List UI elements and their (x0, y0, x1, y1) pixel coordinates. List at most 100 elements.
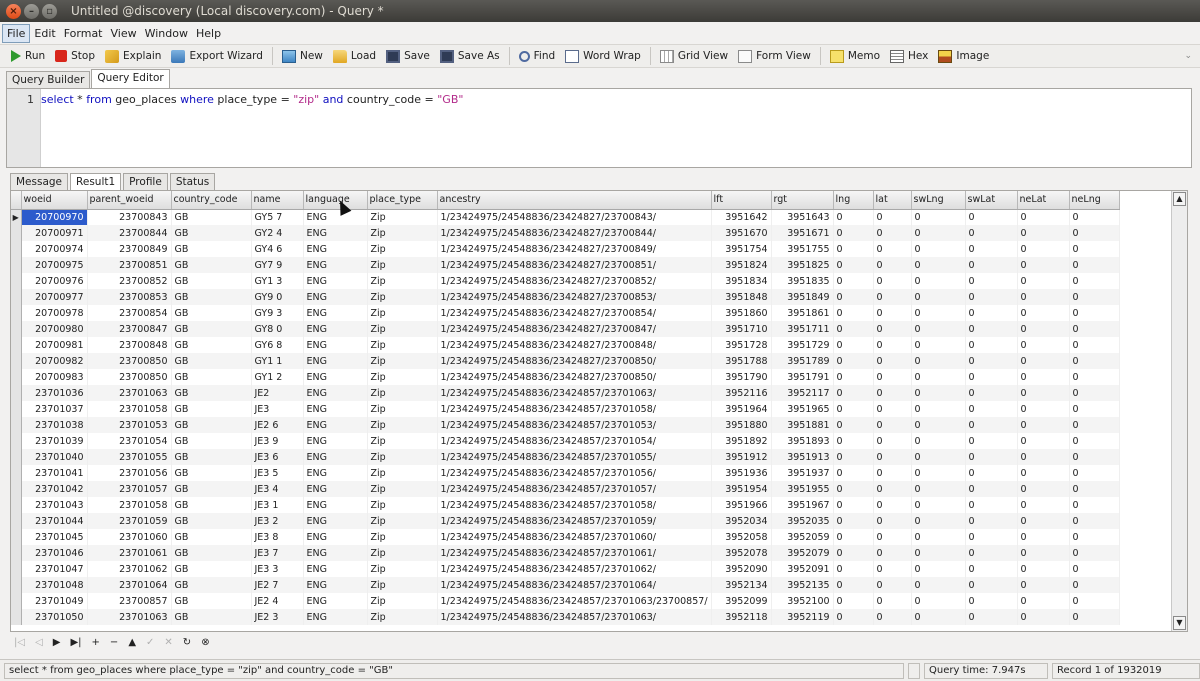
cell-lng[interactable]: 0 (833, 417, 874, 433)
table-row[interactable]: 23701047 23701062 GB JE3 3 ENG Zip 1/23424975/… (11, 561, 1120, 577)
memo-button[interactable]: Memo (825, 48, 885, 65)
cell-lat[interactable]: 0 (873, 305, 912, 321)
cell-parent-woeid[interactable]: 23701061 (87, 545, 172, 561)
cell-swlng[interactable]: 0 (911, 305, 966, 321)
cell-language[interactable]: ENG (303, 321, 368, 337)
cell-ancestry[interactable]: 1/23424975/24548836/23424857/23701054/ (437, 433, 712, 449)
cell-parent-woeid[interactable]: 23700851 (87, 257, 172, 273)
cell-swlng[interactable]: 0 (911, 225, 966, 241)
cell-name[interactable]: JE3 9 (251, 433, 304, 449)
table-row[interactable]: 20700980 23700847 GB GY8 0 ENG Zip 1/23424975/… (11, 321, 1120, 337)
cell-language[interactable]: ENG (303, 257, 368, 273)
cell-woeid[interactable]: 23701040 (21, 449, 88, 465)
cell-lat[interactable]: 0 (873, 609, 912, 625)
cell-nelng[interactable]: 0 (1069, 577, 1120, 593)
export-wizard-button[interactable]: Export Wizard (166, 48, 268, 65)
cell-lng[interactable]: 0 (833, 257, 874, 273)
cell-name[interactable]: JE2 7 (251, 577, 304, 593)
cell-place-type[interactable]: Zip (367, 577, 438, 593)
cell-country-code[interactable]: GB (171, 241, 252, 257)
cell-country-code[interactable]: GB (171, 577, 252, 593)
tab-result1[interactable]: Result1 (70, 173, 122, 190)
cell-nelat[interactable]: 0 (1017, 417, 1070, 433)
cell-lat[interactable]: 0 (873, 545, 912, 561)
row-indicator[interactable] (11, 273, 22, 289)
cell-parent-woeid[interactable]: 23700854 (87, 305, 172, 321)
cell-swlng[interactable]: 0 (911, 545, 966, 561)
cell-lft[interactable]: 3951892 (711, 433, 772, 449)
cell-name[interactable]: GY1 3 (251, 273, 304, 289)
cell-lng[interactable]: 0 (833, 433, 874, 449)
cell-name[interactable]: GY9 0 (251, 289, 304, 305)
table-row[interactable]: 23701036 23701063 GB JE2 ENG Zip 1/23424975/24… (11, 385, 1120, 401)
cell-swlng[interactable]: 0 (911, 513, 966, 529)
cell-language[interactable]: ENG (303, 529, 368, 545)
cell-nelat[interactable]: 0 (1017, 209, 1070, 225)
sql-code[interactable]: select * from geo_places where place_typ… (41, 93, 463, 106)
menu-file[interactable]: File (2, 23, 31, 43)
cell-swlat[interactable]: 0 (965, 385, 1018, 401)
cell-lng[interactable]: 0 (833, 353, 874, 369)
cell-swlng[interactable]: 0 (911, 337, 966, 353)
edit-record-icon[interactable]: ▲ (128, 637, 136, 648)
cell-lat[interactable]: 0 (873, 497, 912, 513)
cell-country-code[interactable]: GB (171, 561, 252, 577)
cell-parent-woeid[interactable]: 23700853 (87, 289, 172, 305)
cell-woeid[interactable]: 20700981 (21, 337, 88, 353)
maximize-icon[interactable]: ▫ (42, 3, 57, 19)
table-row[interactable]: 23701043 23701058 GB JE3 1 ENG Zip 1/23424975/… (11, 497, 1120, 513)
table-row[interactable]: 23701040 23701055 GB JE3 6 ENG Zip 1/23424975/… (11, 449, 1120, 465)
cell-ancestry[interactable]: 1/23424975/24548836/23424827/23700851/ (437, 257, 712, 273)
stop-button[interactable]: Stop (50, 48, 100, 64)
cell-lng[interactable]: 0 (833, 209, 874, 225)
cell-woeid[interactable]: 20700970 (21, 209, 88, 225)
cell-lat[interactable]: 0 (873, 417, 912, 433)
row-indicator[interactable] (11, 401, 22, 417)
cell-rgt[interactable]: 3952119 (771, 609, 834, 625)
cell-woeid[interactable]: 23701038 (21, 417, 88, 433)
cell-ancestry[interactable]: 1/23424975/24548836/23424827/23700850/ (437, 369, 712, 385)
row-indicator[interactable] (11, 337, 22, 353)
cell-swlat[interactable]: 0 (965, 417, 1018, 433)
cell-place-type[interactable]: Zip (367, 609, 438, 625)
cell-lng[interactable]: 0 (833, 577, 874, 593)
cell-swlat[interactable]: 0 (965, 289, 1018, 305)
cell-parent-woeid[interactable]: 23701058 (87, 401, 172, 417)
cell-nelat[interactable]: 0 (1017, 241, 1070, 257)
cell-lat[interactable]: 0 (873, 321, 912, 337)
cell-nelng[interactable]: 0 (1069, 417, 1120, 433)
cell-swlat[interactable]: 0 (965, 449, 1018, 465)
cell-lft[interactable]: 3952090 (711, 561, 772, 577)
cell-country-code[interactable]: GB (171, 497, 252, 513)
cell-rgt[interactable]: 3951955 (771, 481, 834, 497)
cell-nelat[interactable]: 0 (1017, 305, 1070, 321)
cell-nelat[interactable]: 0 (1017, 449, 1070, 465)
cell-nelng[interactable]: 0 (1069, 209, 1120, 225)
column-header-swlat[interactable]: swLat (965, 191, 1018, 210)
cell-name[interactable]: JE3 (251, 401, 304, 417)
cell-lft[interactable]: 3951834 (711, 273, 772, 289)
cell-swlng[interactable]: 0 (911, 401, 966, 417)
table-row[interactable]: 23701046 23701061 GB JE3 7 ENG Zip 1/23424975/… (11, 545, 1120, 561)
cell-rgt[interactable]: 3951849 (771, 289, 834, 305)
run-button[interactable]: Run (6, 48, 50, 64)
cell-nelng[interactable]: 0 (1069, 385, 1120, 401)
cell-name[interactable]: GY9 3 (251, 305, 304, 321)
cell-nelat[interactable]: 0 (1017, 433, 1070, 449)
tab-message[interactable]: Message (10, 173, 69, 190)
cell-country-code[interactable]: GB (171, 353, 252, 369)
cell-country-code[interactable]: GB (171, 465, 252, 481)
table-row[interactable]: 20700982 23700850 GB GY1 1 ENG Zip 1/23424975/… (11, 353, 1120, 369)
cell-swlng[interactable]: 0 (911, 241, 966, 257)
cell-swlat[interactable]: 0 (965, 513, 1018, 529)
cell-language[interactable]: ENG (303, 225, 368, 241)
cell-swlat[interactable]: 0 (965, 481, 1018, 497)
cell-name[interactable]: JE3 1 (251, 497, 304, 513)
word-wrap-button[interactable]: Word Wrap (560, 48, 646, 65)
cell-swlat[interactable]: 0 (965, 273, 1018, 289)
cell-woeid[interactable]: 20700980 (21, 321, 88, 337)
cell-nelat[interactable]: 0 (1017, 289, 1070, 305)
cell-rgt[interactable]: 3952135 (771, 577, 834, 593)
cell-nelng[interactable]: 0 (1069, 513, 1120, 529)
cancel-icon[interactable]: ✕ (164, 637, 172, 648)
